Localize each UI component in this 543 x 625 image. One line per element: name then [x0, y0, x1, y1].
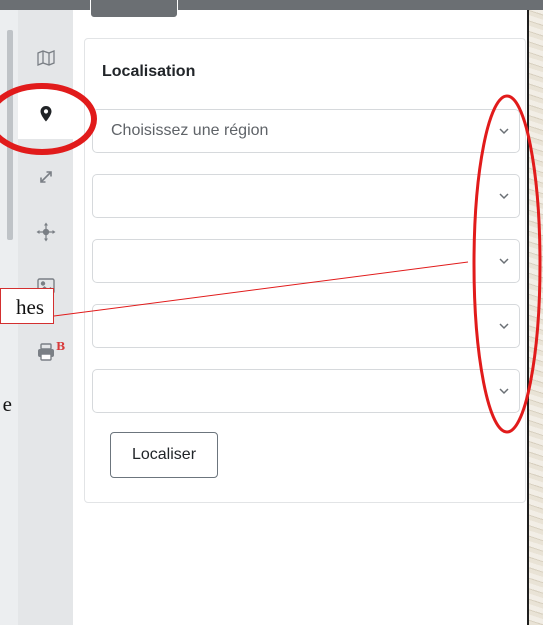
- chevron-down-icon: [499, 128, 509, 135]
- localisation-panel: Localisation Choisissez une région Local…: [84, 38, 526, 503]
- pan-tool-button[interactable]: [18, 207, 73, 257]
- move-crosshair-icon: [36, 222, 55, 242]
- map-tool-button[interactable]: [18, 33, 73, 83]
- top-toolbar: [0, 0, 543, 18]
- annotation-fragment-text: e: [2, 392, 12, 416]
- location-tool-button[interactable]: [18, 89, 73, 139]
- annotation-callout-text: hes: [16, 295, 44, 319]
- localiser-button[interactable]: Localiser: [110, 432, 218, 478]
- map-edge: [527, 10, 543, 625]
- fullscreen-tool-button[interactable]: [18, 152, 73, 202]
- section-select[interactable]: [92, 304, 520, 348]
- map-texture: [529, 10, 543, 625]
- chevron-down-icon: [499, 258, 509, 265]
- chevron-down-icon: [499, 388, 509, 395]
- scrollbar-thumb[interactable]: [7, 30, 13, 240]
- toolbar-button[interactable]: [90, 0, 178, 18]
- map-icon: [36, 50, 55, 66]
- parcel-select[interactable]: [92, 369, 520, 413]
- chevron-down-icon: [499, 323, 509, 330]
- print-tool-button[interactable]: B: [18, 327, 73, 377]
- commune-select[interactable]: [92, 239, 520, 283]
- print-badge: B: [56, 340, 66, 353]
- department-select[interactable]: [92, 174, 520, 218]
- print-icon: [37, 343, 54, 361]
- expand-arrows-icon: [39, 171, 52, 183]
- region-select-placeholder: Choisissez une région: [111, 122, 269, 139]
- chevron-down-icon: [499, 193, 509, 200]
- region-select[interactable]: Choisissez une région: [92, 109, 520, 153]
- panel-title: Localisation: [102, 63, 196, 80]
- location-pin-icon: [40, 106, 51, 122]
